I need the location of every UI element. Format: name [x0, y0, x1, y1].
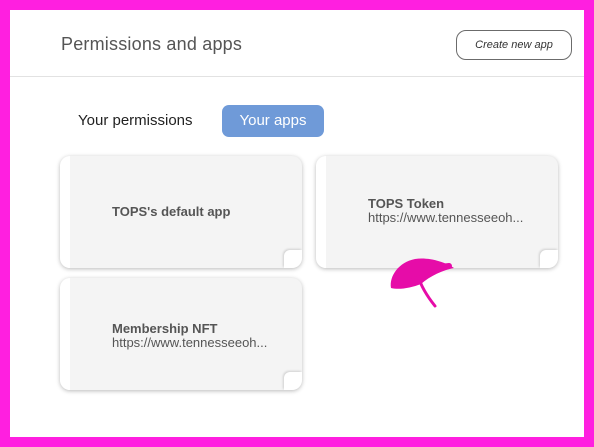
card-corner-fold [540, 250, 558, 268]
app-card[interactable]: TOPS Token https://www.tennesseeoh... [316, 156, 558, 268]
app-name: TOPS Token [368, 196, 445, 211]
app-url: https://www.tennesseeoh... [368, 210, 524, 225]
app-name: TOPS's default app [112, 204, 231, 219]
app-card[interactable]: Membership NFT https://www.tennesseeoh..… [60, 278, 302, 390]
tab-your-permissions[interactable]: Your permissions [68, 105, 208, 137]
page-header: Permissions and apps Create new app [10, 10, 584, 77]
create-new-app-button[interactable]: Create new app [456, 30, 572, 60]
tab-your-apps[interactable]: Your apps [222, 105, 324, 137]
card-corner-fold [284, 372, 302, 390]
app-name: Membership NFT [112, 321, 218, 336]
app-url: https://www.tennesseeoh... [112, 335, 268, 350]
card-corner-fold [284, 250, 302, 268]
app-window: Permissions and apps Create new app Your… [10, 10, 584, 437]
umbrella-scribble-icon [390, 258, 454, 308]
page-title: Permissions and apps [61, 34, 243, 54]
app-card[interactable]: TOPS's default app [60, 156, 302, 268]
